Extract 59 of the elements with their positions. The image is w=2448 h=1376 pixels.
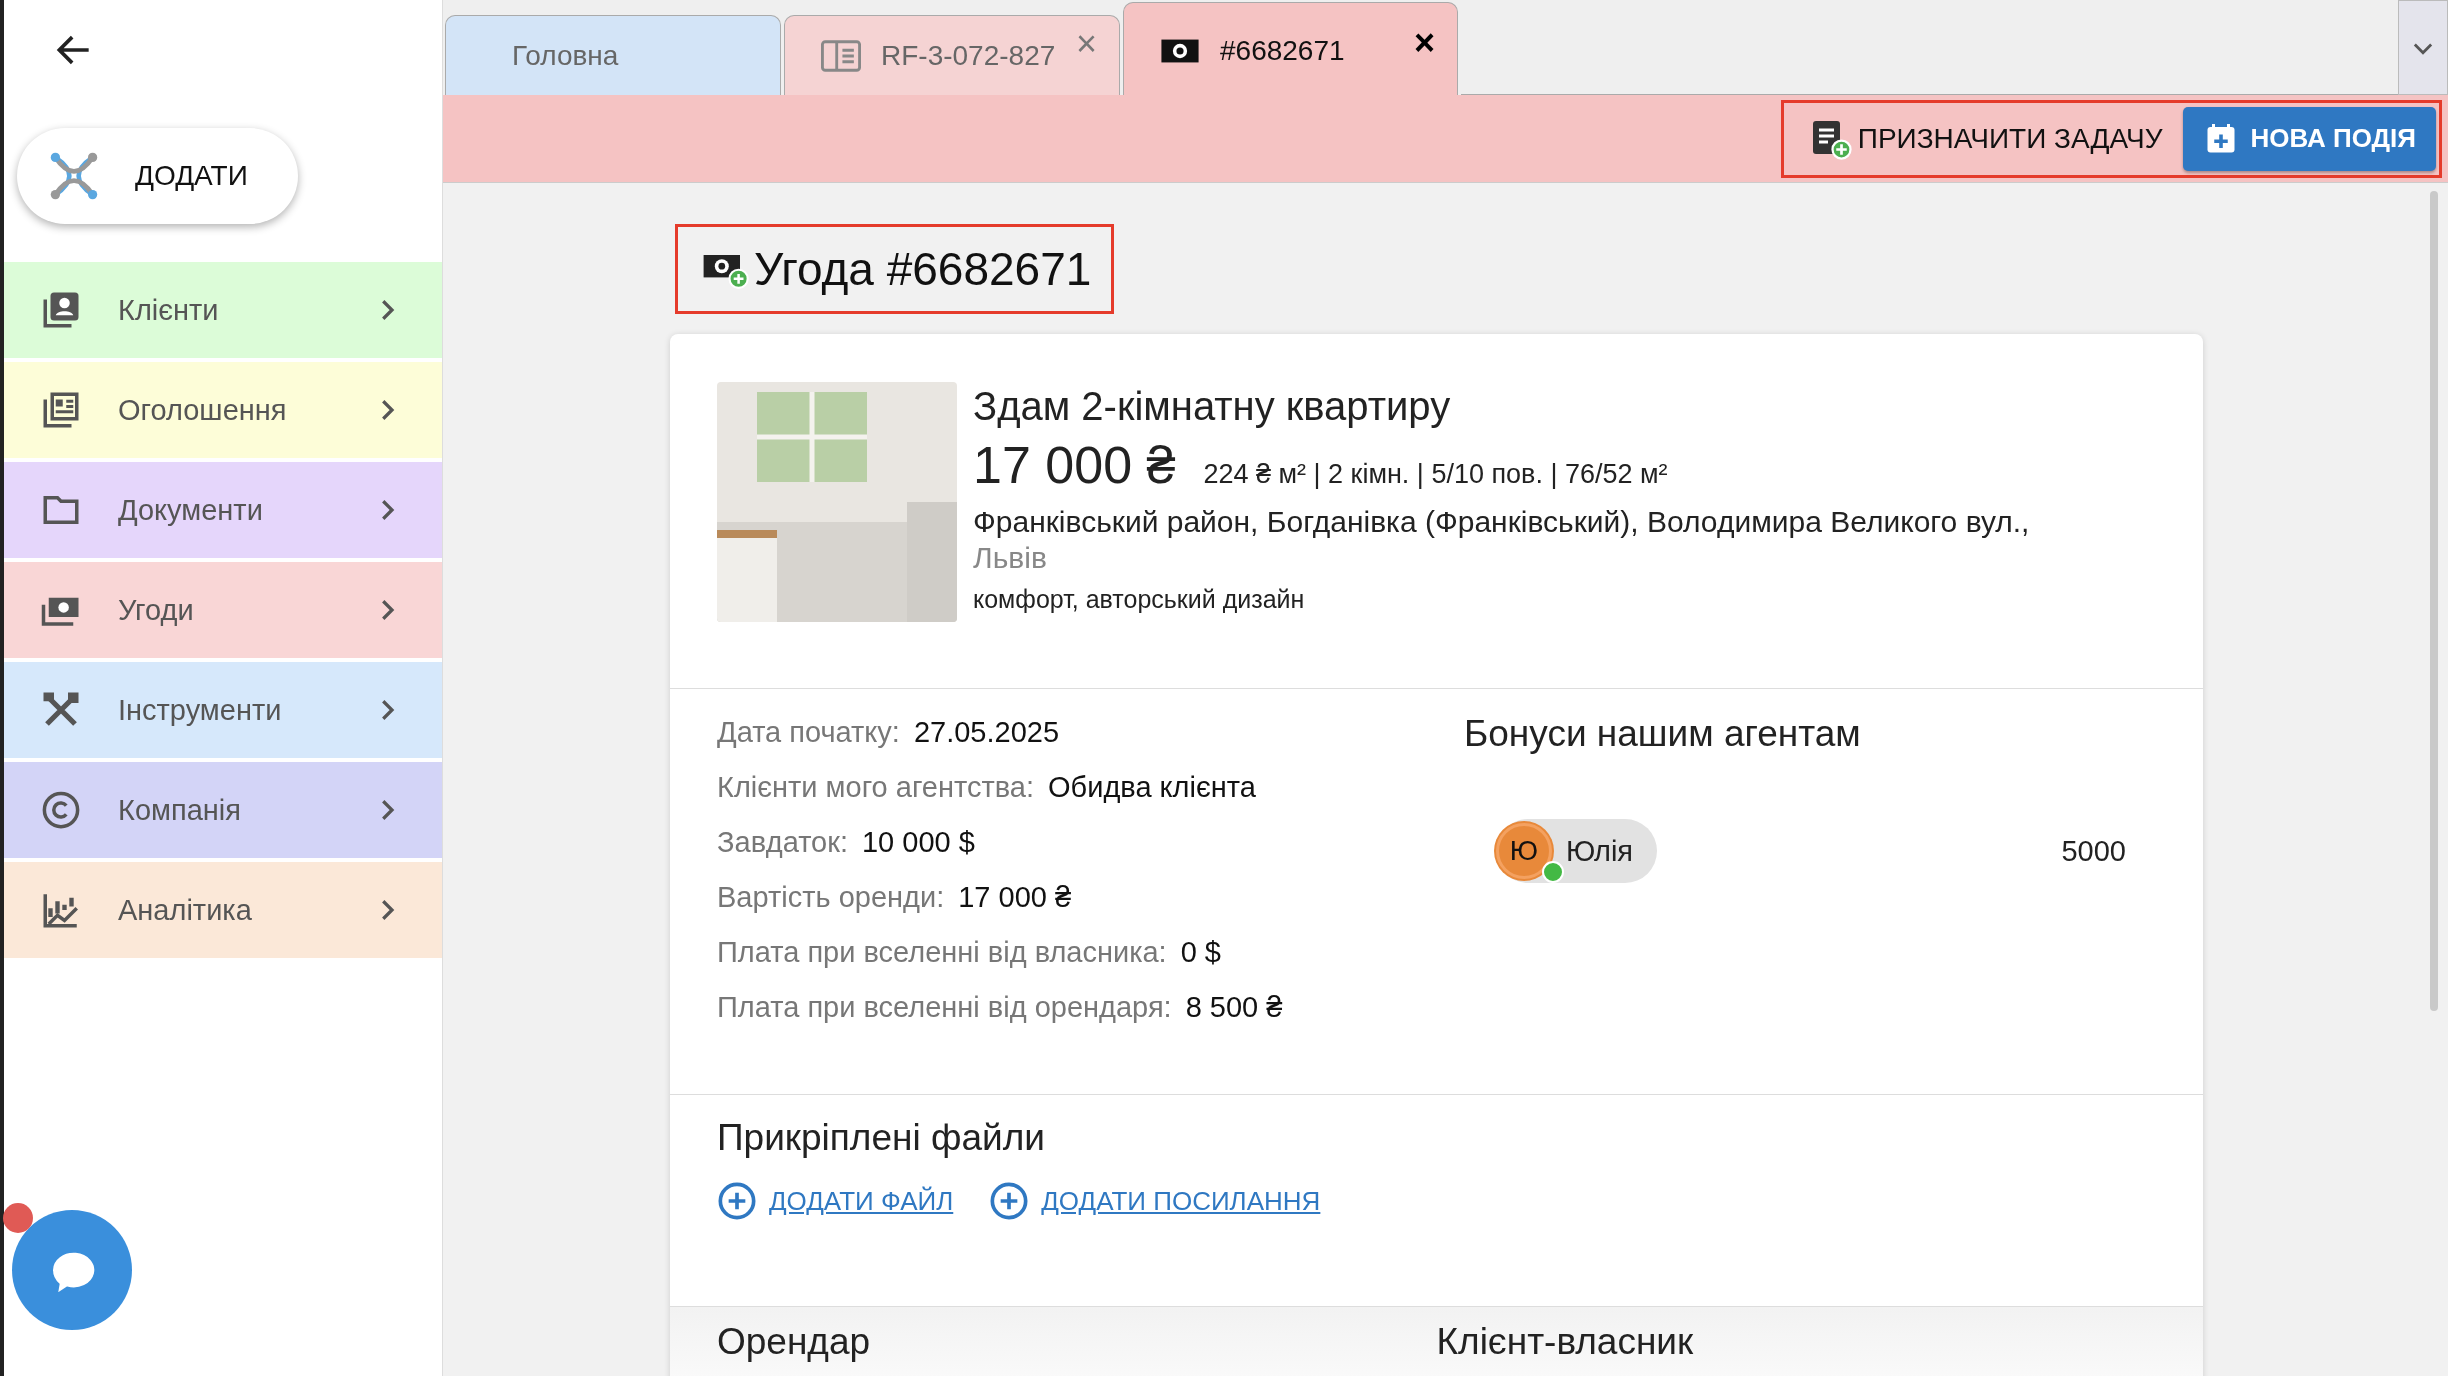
sidebar-item-label: Угоди <box>118 593 195 627</box>
sidebar-item[interactable]: Документи <box>4 462 442 558</box>
sidebar-item[interactable]: Угоди <box>4 562 442 658</box>
copyright-icon <box>40 789 82 831</box>
sidebar-item-label: Документи <box>118 493 264 527</box>
detail-value: 8 500 ₴ <box>1185 990 1283 1025</box>
listing-title: Здам 2-кімнатну квартиру <box>973 384 1452 429</box>
sidebar-item[interactable]: Клієнти <box>4 262 442 358</box>
add-circle-icon[interactable] <box>717 1181 757 1221</box>
deal-title: Угода #6682671 <box>754 242 1092 296</box>
detail-value: 10 000 $ <box>861 825 975 860</box>
book-icon <box>821 39 861 72</box>
tab-label: RF-3-072-827 <box>881 39 1056 72</box>
close-tab-button[interactable]: × <box>1413 25 1435 61</box>
scrollbar-thumb[interactable] <box>2430 191 2438 1011</box>
add-circle-icon[interactable] <box>989 1181 1030 1221</box>
listing-price: 17 000 ₴ <box>973 435 1176 495</box>
listing-city: Львів <box>973 541 1048 575</box>
detail-label: Дата початку: <box>717 715 900 750</box>
detail-value: 17 000 ₴ <box>958 880 1072 915</box>
detail-value: 27.05.2025 <box>913 715 1060 750</box>
sidebar-item[interactable]: Оголошення <box>4 362 442 458</box>
party-heading: Орендар <box>717 1321 872 1364</box>
new-event-button[interactable]: НОВА ПОДІЯ <box>2182 106 2436 171</box>
party-heading: Клієнт-власник <box>1436 1321 1695 1364</box>
sidebar-item[interactable]: Інструменти <box>4 662 442 758</box>
sidebar-item-label: Оголошення <box>118 393 288 427</box>
sidebar-item[interactable]: Компанія <box>4 762 442 858</box>
detail-label: Плата при вселенні від власника: <box>717 935 1167 970</box>
close-tab-button[interactable]: × <box>1075 26 1097 62</box>
tab[interactable]: RF-3-072-827 × <box>784 15 1120 95</box>
listing-address: Франківський район, Богданівка (Франківський), Володимира Великого вул., <box>973 505 2030 539</box>
detail-label: Плата при вселенні від орендаря: <box>717 990 1172 1025</box>
add-button[interactable]: ДОДАТИ <box>17 128 298 224</box>
sidebar-item-label: Клієнти <box>118 293 220 327</box>
tab-label: #6682671 <box>1220 35 1346 67</box>
tab[interactable]: Головна <box>445 15 781 95</box>
tab-label: Головна <box>511 39 620 72</box>
listing-details: 224 ₴ м² | 2 кімн. | 5/10 пов. | 76/52 м² <box>1203 459 1668 490</box>
sidebar-item[interactable]: Аналітика <box>4 862 442 958</box>
detail-label: Клієнти мого агентства: <box>717 770 1035 805</box>
add-link[interactable]: ДОДАТИ ФАЙЛ <box>769 1185 954 1217</box>
detail-value: 0 $ <box>1180 935 1221 970</box>
bonus-amount: 5000 <box>2061 834 2126 868</box>
sidebar-item-label: Аналітика <box>118 893 253 927</box>
sidebar-item-label: Інструменти <box>118 693 283 727</box>
detail-label: Вартість оренди: <box>717 880 945 915</box>
files-heading: Прикріплені файли <box>717 1117 1046 1159</box>
assign-task-button[interactable]: ПРИЗНАЧИТИ ЗАДАЧУ <box>1809 117 2163 160</box>
bonuses-heading: Бонуси нашим агентам <box>1464 713 1862 755</box>
agent-avatar: Ю <box>1496 823 1552 879</box>
detail-label: Завдаток: <box>717 825 848 860</box>
listing-tags: комфорт, авторський дизайн <box>973 585 2030 614</box>
detail-value: Обидва клієнта <box>1048 770 1256 805</box>
tab[interactable]: #6682671 × <box>1123 2 1458 95</box>
sidebar-item-label: Компанія <box>118 793 242 827</box>
agent-chip[interactable]: Ю Юлія <box>1496 819 1658 883</box>
notification-dot <box>3 1203 33 1233</box>
add-link[interactable]: ДОДАТИ ПОСИЛАННЯ <box>1041 1185 1321 1217</box>
